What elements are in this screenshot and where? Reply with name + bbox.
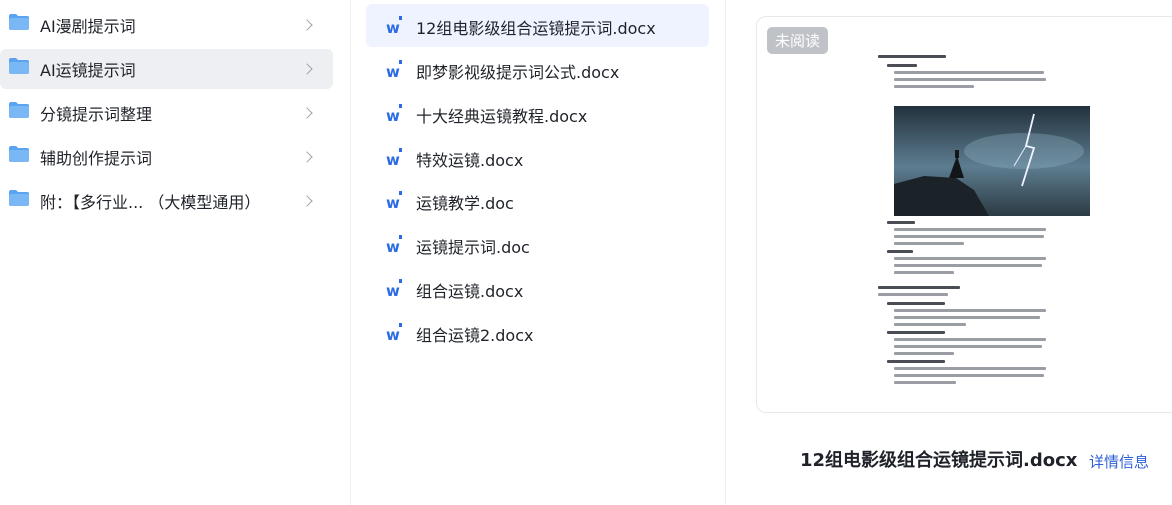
- file-item[interactable]: w 12组电影级组合运镜提示词.docx: [366, 4, 709, 47]
- storm-landscape-image: [894, 106, 1090, 216]
- folder-icon: [9, 146, 29, 162]
- folder-label: AI运镜提示词: [40, 61, 136, 80]
- svg-text:w: w: [386, 282, 400, 299]
- file-label: 组合运镜2.docx: [416, 326, 534, 345]
- folder-icon: [9, 58, 29, 74]
- folder-icon: [9, 14, 29, 30]
- file-label: 十大经典运镜教程.docx: [416, 107, 588, 126]
- document-preview-card[interactable]: 未阅读: [756, 16, 1172, 413]
- word-doc-icon: w: [386, 191, 402, 211]
- preview-file-title: 12组电影级组合运镜提示词.docx: [800, 450, 1078, 471]
- chevron-right-icon: [301, 195, 313, 207]
- unread-badge: 未阅读: [767, 27, 829, 54]
- chevron-right-icon: [301, 19, 313, 31]
- svg-text:w: w: [386, 238, 400, 255]
- svg-text:w: w: [386, 194, 400, 211]
- chevron-right-icon: [301, 63, 313, 75]
- folder-item-ai-manju[interactable]: AI漫剧提示词: [0, 5, 333, 45]
- folder-icon: [9, 190, 29, 206]
- preview-panel: 未阅读 12组电影级组合运镜提示词.docx 详情信息: [725, 0, 1172, 505]
- file-label: 组合运镜.docx: [416, 282, 524, 301]
- chevron-right-icon: [301, 107, 313, 119]
- svg-text:w: w: [386, 63, 400, 80]
- word-doc-icon: w: [386, 323, 402, 343]
- file-label: 运镜提示词.doc: [416, 238, 530, 257]
- folder-label: 辅助创作提示词: [40, 149, 153, 168]
- file-item[interactable]: w 十大经典运镜教程.docx: [366, 92, 709, 135]
- file-item[interactable]: w 运镜教学.doc: [366, 179, 709, 222]
- file-item[interactable]: w 组合运镜2.docx: [366, 311, 709, 354]
- word-doc-icon: w: [386, 104, 402, 124]
- file-label: 运镜教学.doc: [416, 194, 514, 213]
- file-label: 12组电影级组合运镜提示词.docx: [416, 19, 656, 38]
- folder-label: 分镜提示词整理: [40, 105, 153, 124]
- word-doc-icon: w: [386, 148, 402, 168]
- folder-item-fuzhu[interactable]: 辅助创作提示词: [0, 137, 333, 177]
- folder-list: AI漫剧提示词 AI运镜提示词 分镜提示词整理 辅助创作提示词 附：【多行业..…: [0, 0, 349, 505]
- document-thumbnail: [875, 51, 1115, 391]
- svg-text:w: w: [386, 19, 400, 36]
- file-item[interactable]: w 运镜提示词.doc: [366, 223, 709, 266]
- svg-text:w: w: [386, 326, 400, 343]
- word-doc-icon: w: [386, 16, 402, 36]
- folder-item-fu-hangye[interactable]: 附：【多行业... （大模型通用）: [0, 181, 333, 221]
- svg-text:w: w: [386, 107, 400, 124]
- file-label: 即梦影视级提示词公式.docx: [416, 63, 620, 82]
- svg-text:w: w: [386, 151, 400, 168]
- file-label: 特效运镜.docx: [416, 151, 524, 170]
- file-item[interactable]: w 特效运镜.docx: [366, 136, 709, 179]
- details-link[interactable]: 详情信息: [1089, 451, 1149, 472]
- folder-label: AI漫剧提示词: [40, 17, 136, 36]
- folder-icon: [9, 102, 29, 118]
- file-item[interactable]: w 即梦影视级提示词公式.docx: [366, 48, 709, 91]
- folder-item-fenjing[interactable]: 分镜提示词整理: [0, 93, 333, 133]
- word-doc-icon: w: [386, 279, 402, 299]
- word-doc-icon: w: [386, 60, 402, 80]
- file-item[interactable]: w 组合运镜.docx: [366, 267, 709, 310]
- chevron-right-icon: [301, 151, 313, 163]
- file-list: w 12组电影级组合运镜提示词.docx w 即梦影视级提示词公式.docx w…: [350, 0, 724, 505]
- folder-item-ai-yunjing[interactable]: AI运镜提示词: [0, 49, 333, 89]
- word-doc-icon: w: [386, 235, 402, 255]
- folder-label: 附：【多行业... （大模型通用）: [40, 193, 261, 212]
